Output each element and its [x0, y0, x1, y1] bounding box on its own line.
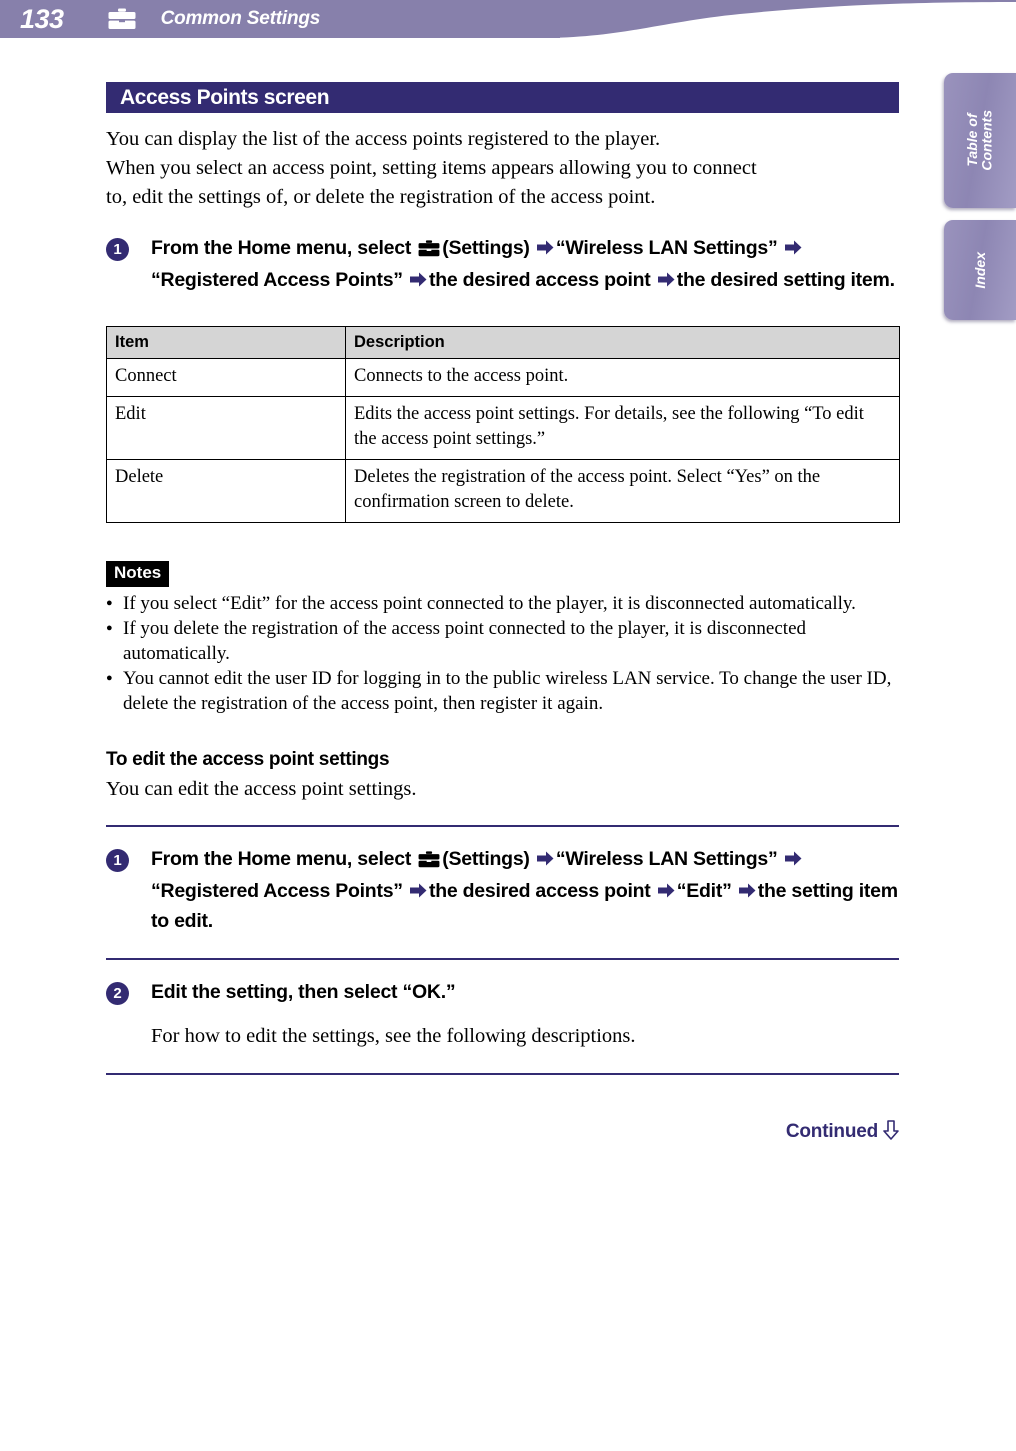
- main-content: Access Points screen You can display the…: [106, 0, 900, 1146]
- step-instruction-text: From the Home menu, select (Settings) “W…: [151, 845, 899, 936]
- table-cell-item: Delete: [106, 459, 346, 523]
- step1-text-3: “Wireless LAN Settings”: [555, 237, 778, 259]
- continued-footer: Continued: [106, 1120, 899, 1146]
- page-title: Access Points screen: [120, 85, 330, 109]
- step-2: 2 Edit the setting, then select “OK.”: [106, 978, 899, 1007]
- step-number-badge: 1: [106, 238, 129, 261]
- table-cell-description: Deletes the registration of the access p…: [345, 459, 900, 523]
- table-row: Edit Edits the access point settings. Fo…: [106, 396, 900, 460]
- step1-text-5: the desired access point: [428, 269, 651, 291]
- step1b-text-2: (Settings): [442, 848, 530, 870]
- intro-line-1: You can display the list of the access p…: [106, 128, 661, 150]
- page-number: 133: [20, 3, 64, 34]
- table-header-row: Item Description: [106, 326, 900, 359]
- intro-line-3: to, edit the settings of, or delete the …: [106, 186, 656, 208]
- right-arrow-icon: [784, 846, 802, 875]
- table-cell-item: Connect: [106, 358, 346, 397]
- list-item: If you select “Edit” for the access poin…: [106, 591, 899, 616]
- sidebar-item-label: Index: [971, 251, 988, 289]
- subsection-paragraph: You can edit the access point settings.: [106, 778, 417, 800]
- step-1: 1 From the Home menu, select (Settings) …: [106, 234, 899, 296]
- step-instruction-text: Edit the setting, then select “OK.”: [151, 981, 456, 1003]
- step1b-text-6: “Edit”: [676, 880, 732, 902]
- table-cell-item: Edit: [106, 396, 346, 460]
- table-column-header-item: Item: [106, 326, 346, 359]
- section-title-bar: Access Points screen: [106, 82, 899, 113]
- step-1b: 1 From the Home menu, select (Settings) …: [106, 845, 899, 936]
- step1-text-6: the desired setting item.: [676, 269, 895, 291]
- right-arrow-icon: [657, 878, 675, 907]
- down-arrow-icon: [883, 1120, 899, 1146]
- subsection-heading: To edit the access point settings: [106, 749, 390, 770]
- list-item: You cannot edit the user ID for logging …: [106, 666, 899, 716]
- intro-paragraph: You can display the list of the access p…: [106, 125, 899, 212]
- table-cell-description: Connects to the access point.: [345, 358, 900, 397]
- right-arrow-icon: [784, 235, 802, 264]
- sidebar-item-table-of-contents[interactable]: Table of Contents: [944, 73, 1016, 208]
- notes-label: Notes: [106, 561, 170, 587]
- step-instruction-text: From the Home menu, select (Settings) “W…: [151, 234, 899, 296]
- step1-text-1: From the Home menu, select: [151, 237, 412, 259]
- table-cell-description: Edits the access point settings. For det…: [345, 396, 900, 460]
- right-arrow-icon: [536, 235, 554, 264]
- toolbox-settings-icon: [418, 848, 440, 877]
- side-tab-group: Table of Contents Index: [936, 73, 1016, 332]
- right-arrow-icon: [409, 878, 427, 907]
- right-arrow-icon: [536, 846, 554, 875]
- right-arrow-icon: [409, 267, 427, 296]
- toolbox-settings-icon: [418, 237, 440, 266]
- table-row: Delete Deletes the registration of the a…: [106, 459, 900, 523]
- table-column-header-description: Description: [345, 326, 900, 359]
- step1-text-4: “Registered Access Points”: [151, 269, 403, 291]
- notes-list: If you select “Edit” for the access poin…: [106, 591, 899, 716]
- right-arrow-icon: [657, 267, 675, 296]
- step1b-text-4: “Registered Access Points”: [151, 880, 403, 902]
- item-description-table: Item Description Connect Connects to the…: [106, 326, 900, 523]
- step1b-text-1: From the Home menu, select: [151, 848, 412, 870]
- table-row: Connect Connects to the access point.: [106, 358, 900, 397]
- step-number-badge: 2: [106, 982, 129, 1005]
- list-item: If you delete the registration of the ac…: [106, 616, 899, 666]
- step1b-text-3: “Wireless LAN Settings”: [555, 848, 778, 870]
- continued-label: Continued: [785, 1121, 878, 1142]
- divider: [106, 1073, 899, 1075]
- divider: [106, 958, 899, 960]
- intro-line-2: When you select an access point, setting…: [106, 157, 757, 179]
- step1-text-2: (Settings): [442, 237, 530, 259]
- step-2-subtext: For how to edit the settings, see the fo…: [151, 1025, 636, 1047]
- sidebar-item-label: Table of Contents: [964, 110, 995, 171]
- right-arrow-icon: [738, 878, 756, 907]
- step1b-text-5: the desired access point: [428, 880, 651, 902]
- step-number-badge: 1: [106, 849, 129, 872]
- sidebar-item-index[interactable]: Index: [944, 220, 1016, 320]
- divider: [106, 825, 899, 827]
